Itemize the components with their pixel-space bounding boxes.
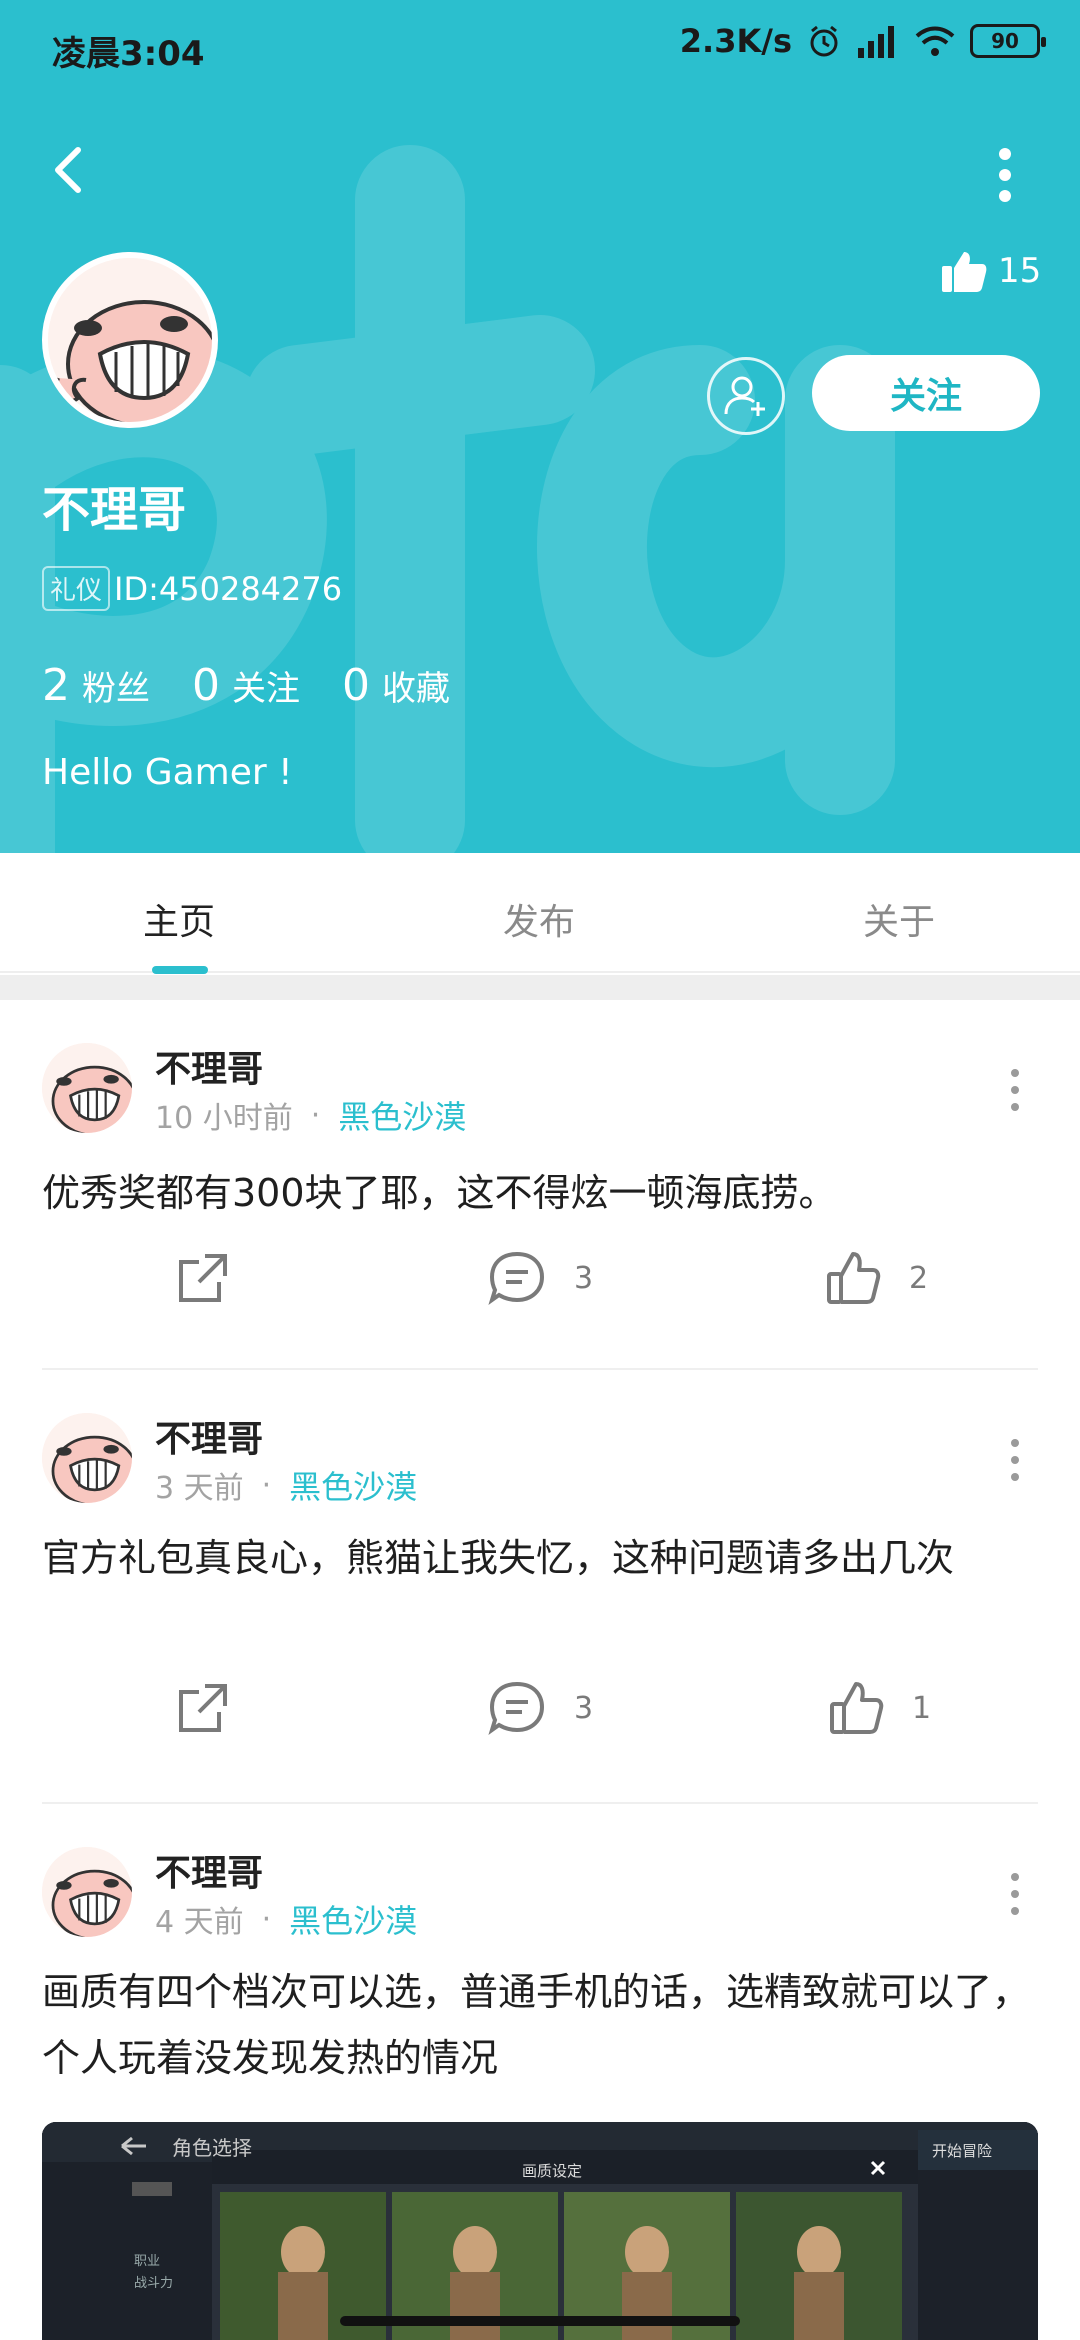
- active-tab-indicator: [152, 966, 208, 974]
- stat-label: 关注: [232, 669, 300, 709]
- section-separator: [0, 975, 1080, 1000]
- post-author-name[interactable]: 不理哥: [155, 1410, 263, 1462]
- game-start-label: 开始冒险: [932, 2142, 993, 2160]
- meta-dot: ·: [310, 1097, 321, 1133]
- stat-number: 2: [42, 660, 70, 711]
- post-more-icon[interactable]: [1005, 1869, 1025, 1919]
- comment-count: 3: [574, 1260, 594, 1296]
- thumbs-up-outline-icon: [830, 1682, 884, 1734]
- stat-label: 收藏: [382, 669, 450, 709]
- meta-dot: ·: [261, 1467, 272, 1503]
- post-more-icon[interactable]: [1005, 1435, 1025, 1485]
- post-author-avatar[interactable]: [42, 1043, 132, 1133]
- profile-id: ID:450284276: [114, 569, 343, 608]
- network-speed: 2.3K/s: [679, 22, 792, 60]
- tab-about[interactable]: 关于: [863, 893, 935, 945]
- post-time: 10 小时前: [155, 1101, 293, 1136]
- back-arrow-icon[interactable]: [40, 140, 100, 200]
- comment-count: 3: [574, 1690, 594, 1726]
- thumbs-up-icon: [942, 252, 987, 292]
- post-author-name[interactable]: 不理哥: [155, 1844, 263, 1896]
- thumbs-up-outline-icon: [827, 1252, 881, 1304]
- post-author-name[interactable]: 不理哥: [155, 1040, 263, 1092]
- profile-like-count: 15: [940, 248, 1041, 294]
- battery-indicator: 90: [970, 24, 1046, 58]
- profile-avatar[interactable]: [42, 252, 218, 428]
- wifi-icon: [915, 26, 955, 56]
- post-time: 4 天前: [155, 1905, 244, 1940]
- like-count: 2: [909, 1260, 929, 1296]
- add-user-icon: [724, 376, 765, 416]
- profile-id-row: 礼仪 ID:450284276: [42, 566, 342, 611]
- game-side-label: 战斗力: [134, 2276, 174, 2291]
- post-game-tag[interactable]: 黑色沙漠: [289, 1896, 417, 1942]
- like-button[interactable]: 2: [825, 1250, 928, 1306]
- comment-icon: [488, 1681, 545, 1736]
- profile-username: 不理哥: [42, 482, 187, 538]
- comment-button[interactable]: 3: [488, 1680, 593, 1736]
- watermark-logo: [0, 145, 895, 853]
- share-icon: [179, 1684, 227, 1732]
- home-indicator[interactable]: [340, 2316, 740, 2326]
- game-side-label: 职业: [134, 2254, 161, 2269]
- stat-favorites[interactable]: 0 收藏: [342, 660, 450, 711]
- meta-dot: ·: [261, 1901, 272, 1937]
- avatar-face-image: [42, 1847, 132, 1937]
- tab-posts[interactable]: 发布: [503, 893, 575, 945]
- profile-stats: 2 粉丝 0 关注 0 收藏: [42, 660, 492, 711]
- like-count: 1: [912, 1690, 932, 1726]
- stat-following[interactable]: 0 关注: [192, 660, 300, 711]
- post-author-avatar[interactable]: [42, 1847, 132, 1937]
- post-meta: 4 天前 · 黑色沙漠: [155, 1896, 417, 1942]
- post-actions: 3 1: [0, 1680, 1080, 1760]
- like-button[interactable]: 1: [828, 1680, 931, 1736]
- follow-button[interactable]: 关注: [812, 355, 1040, 431]
- stat-label: 粉丝: [82, 669, 150, 709]
- status-time: 凌晨3:04: [52, 34, 205, 74]
- signal-icon: [858, 26, 894, 58]
- post-text[interactable]: 官方礼包真良心，熊猫让我失忆，这种问题请多出几次: [42, 1525, 1042, 1591]
- post-game-tag[interactable]: 黑色沙漠: [338, 1092, 466, 1138]
- share-button[interactable]: [175, 1680, 231, 1736]
- share-icon: [179, 1254, 227, 1302]
- post-text[interactable]: 画质有四个档次可以选，普通手机的话，选精致就可以了，个人玩着没发现发热的情况: [42, 1959, 1042, 2091]
- comment-icon: [488, 1251, 545, 1306]
- avatar-face-image: [42, 1043, 132, 1133]
- alarm-icon: [810, 25, 838, 57]
- post-meta: 10 小时前 · 黑色沙漠: [155, 1092, 466, 1138]
- avatar-face-image: [48, 258, 212, 422]
- profile-bio: Hello Gamer !: [42, 752, 293, 793]
- post-author-avatar[interactable]: [42, 1413, 132, 1503]
- tab-home[interactable]: 主页: [143, 893, 215, 945]
- profile-tabs: 主页 发布 关于: [0, 853, 1080, 973]
- game-dialog-title: 画质设定: [522, 2162, 583, 2180]
- stat-followers[interactable]: 2 粉丝: [42, 660, 150, 711]
- post-divider: [42, 1802, 1038, 1804]
- post-divider: [42, 1368, 1038, 1370]
- game-screen-title: 角色选择: [172, 2136, 252, 2160]
- post-text[interactable]: 优秀奖都有300块了耶，这不得炫一顿海底捞。: [42, 1160, 1042, 1226]
- more-vertical-icon[interactable]: [990, 140, 1020, 210]
- status-bar: 凌晨3:04 2.3K/s 90: [0, 0, 1080, 96]
- comment-button[interactable]: 3: [488, 1250, 593, 1306]
- post-meta: 3 天前 · 黑色沙漠: [155, 1462, 417, 1508]
- add-friend-button[interactable]: [707, 357, 785, 435]
- post-actions: 3 2: [0, 1250, 1080, 1330]
- etiquette-badge: 礼仪: [42, 566, 111, 611]
- avatar-face-image: [42, 1413, 132, 1503]
- stat-number: 0: [342, 660, 370, 711]
- post-time: 3 天前: [155, 1471, 244, 1506]
- profile-header: 凌晨3:04 2.3K/s 90 15 关注 不理哥 礼仪 ID:4502842…: [0, 0, 1080, 853]
- post-more-icon[interactable]: [1005, 1065, 1025, 1115]
- stat-number: 0: [192, 660, 220, 711]
- share-button[interactable]: [175, 1250, 231, 1306]
- post-game-tag[interactable]: 黑色沙漠: [289, 1462, 417, 1508]
- post-image[interactable]: 角色选择 画质设定 开始冒险 职业 战斗力: [42, 2122, 1038, 2340]
